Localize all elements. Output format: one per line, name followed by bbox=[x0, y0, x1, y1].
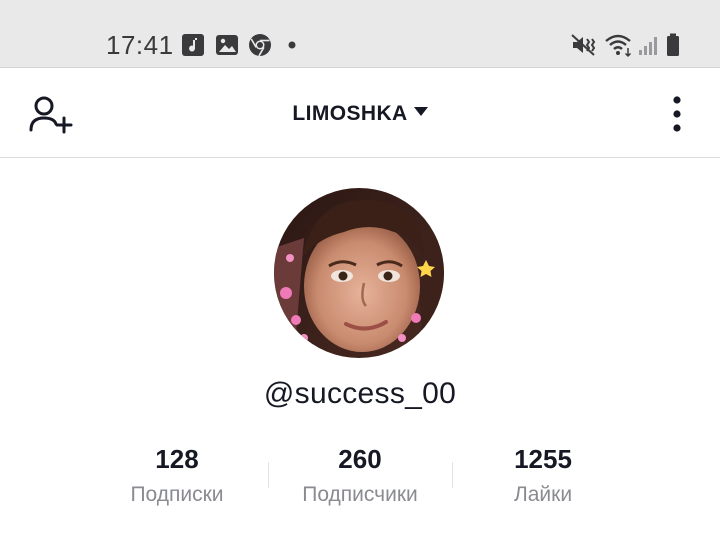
stat-divider bbox=[268, 462, 269, 488]
notification-dot-icon bbox=[288, 41, 296, 49]
more-vertical-icon[interactable] bbox=[666, 94, 688, 134]
profile-header: LIMOSHKA bbox=[0, 68, 720, 158]
stat-likes-label: Лайки bbox=[513, 483, 573, 506]
stat-following[interactable]: 128 Подписки bbox=[87, 444, 267, 507]
music-note-icon bbox=[182, 34, 204, 56]
status-bar: 17:41 bbox=[0, 0, 720, 68]
stat-likes: 1255 Лайки bbox=[453, 444, 633, 507]
stat-followers[interactable]: 260 Подписчики bbox=[270, 444, 450, 507]
avatar[interactable] bbox=[274, 188, 444, 358]
stat-followers-label: Подписчики bbox=[302, 483, 418, 506]
battery-icon bbox=[667, 33, 679, 56]
avatar-photo bbox=[274, 188, 444, 358]
stat-following-label: Подписки bbox=[130, 483, 224, 506]
chevron-down-icon bbox=[413, 107, 428, 116]
stat-followers-value: 260 bbox=[338, 444, 382, 474]
vibrate-mute-icon bbox=[571, 34, 596, 56]
signal-icon bbox=[639, 37, 657, 55]
account-switcher[interactable]: LIMOSHKA bbox=[0, 102, 720, 126]
stat-likes-value: 1255 bbox=[514, 444, 572, 474]
chrome-icon bbox=[249, 34, 271, 57]
username-title: LIMOSHKA bbox=[292, 102, 408, 125]
gallery-icon bbox=[216, 35, 238, 55]
wifi-icon bbox=[605, 34, 632, 58]
stat-following-value: 128 bbox=[155, 444, 199, 474]
profile-handle: @success_00 bbox=[263, 377, 457, 410]
status-time: 17:41 bbox=[106, 30, 174, 60]
